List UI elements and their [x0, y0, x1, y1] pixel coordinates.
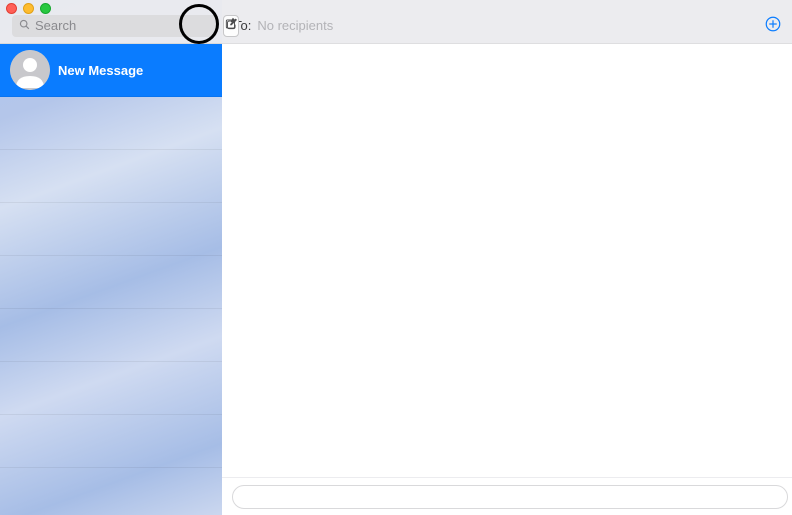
search-field[interactable]: [12, 15, 217, 37]
search-input[interactable]: [35, 18, 211, 33]
to-input[interactable]: [257, 18, 758, 33]
message-thread: [222, 44, 792, 477]
minimize-window-button[interactable]: [23, 3, 34, 14]
message-input[interactable]: [232, 485, 788, 509]
avatar: [10, 50, 50, 90]
conversation-item-empty: .: [0, 203, 222, 256]
compose-button[interactable]: [223, 15, 239, 37]
to-field-wrap: [257, 18, 758, 33]
compose-icon: [224, 17, 238, 34]
conversation-item-empty: .: [0, 150, 222, 203]
thread-header: To:: [222, 0, 792, 44]
composer: [222, 477, 792, 515]
thread-pane: To:: [222, 0, 792, 515]
conversation-item-empty: .: [0, 97, 222, 150]
plus-circle-icon: [764, 21, 782, 36]
sidebar: New Message . . . . . . .: [0, 0, 222, 515]
add-recipient-button[interactable]: [764, 15, 782, 36]
conversation-item[interactable]: New Message: [0, 44, 222, 97]
search-icon: [18, 18, 31, 34]
conversation-item-empty: .: [0, 256, 222, 309]
app-root: New Message . . . . . . . To:: [0, 0, 792, 515]
conversation-item-empty: .: [0, 415, 222, 468]
zoom-window-button[interactable]: [40, 3, 51, 14]
conversation-item-empty: .: [0, 309, 222, 362]
close-window-button[interactable]: [6, 3, 17, 14]
conversation-list: New Message . . . . . . .: [0, 44, 222, 515]
conversation-item-empty: .: [0, 362, 222, 415]
conversation-title: New Message: [58, 63, 143, 78]
window-controls: [6, 3, 51, 14]
